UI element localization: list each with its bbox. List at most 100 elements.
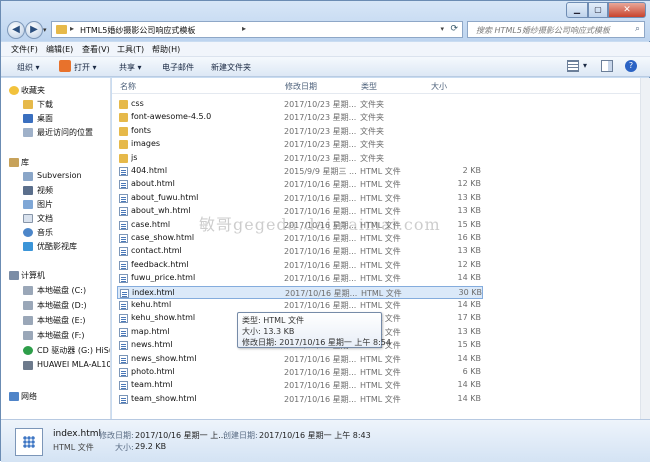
html-file-icon bbox=[119, 274, 128, 284]
new-folder-button[interactable]: 新建文件夹 bbox=[211, 62, 251, 73]
menu-help[interactable]: 帮助(H) bbox=[152, 44, 180, 55]
open-app-icon bbox=[59, 60, 71, 72]
recent-pages-dropdown-icon[interactable]: ▾ bbox=[43, 26, 47, 34]
nav-label: 优酷影视库 bbox=[37, 242, 77, 251]
folder-row[interactable]: font-awesome-4.5.0 2017/10/23 星期... 文件夹 bbox=[117, 111, 483, 124]
html-file-icon bbox=[119, 193, 128, 203]
refresh-icon[interactable]: ⟳ bbox=[450, 24, 458, 34]
html-file-icon bbox=[119, 341, 128, 351]
nav-youku[interactable]: 优酷影视库 bbox=[1, 240, 110, 253]
navigation-pane: 收藏夹 下载 桌面 最近访问的位置 库 Subversion 视频 图片 文档 … bbox=[1, 78, 111, 419]
nav-network[interactable]: 网络 bbox=[1, 390, 110, 403]
address-bar[interactable]: ▸ HTML5婚纱摄影公司响应式模板 ▸ ▾ ⟳ bbox=[51, 21, 463, 38]
menu-edit[interactable]: 编辑(E) bbox=[46, 44, 73, 55]
nav-music[interactable]: 音乐 bbox=[1, 226, 110, 239]
nav-disk-e[interactable]: 本地磁盘 (E:) bbox=[1, 314, 110, 327]
file-date: 2017/10/16 星期... bbox=[284, 193, 357, 203]
file-type: HTML 文件 bbox=[361, 288, 402, 298]
file-date: 2017/10/16 星期... bbox=[284, 354, 357, 364]
folder-icon bbox=[56, 25, 67, 34]
file-row[interactable]: news_show.html 2017/10/16 星期... HTML 文件 14 … bbox=[117, 353, 483, 366]
forward-button[interactable]: ▶ bbox=[25, 21, 43, 39]
close-button[interactable]: ✕ bbox=[608, 2, 646, 18]
help-icon[interactable]: ? bbox=[625, 60, 637, 72]
breadcrumb-current-folder[interactable]: HTML5婚纱摄影公司响应式模板 bbox=[80, 25, 195, 36]
details-modified-value: 2017/10/16 星期一 上... bbox=[135, 431, 226, 440]
search-box[interactable]: 搜索 HTML5婚纱摄影公司响应式模板 ⌕ bbox=[467, 21, 645, 38]
nav-documents[interactable]: 文档 bbox=[1, 212, 110, 225]
nav-computer[interactable]: 计算机 bbox=[1, 269, 110, 282]
nav-favorites[interactable]: 收藏夹 bbox=[1, 84, 110, 97]
file-type: HTML 文件 bbox=[360, 180, 401, 190]
address-dropdown-icon[interactable]: ▾ bbox=[440, 25, 444, 33]
folder-row[interactable]: css 2017/10/23 星期... 文件夹 bbox=[117, 98, 483, 111]
nav-label: 文档 bbox=[37, 214, 53, 223]
nav-disk-f[interactable]: 本地磁盘 (F:) bbox=[1, 329, 110, 342]
file-type: HTML 文件 bbox=[360, 301, 401, 310]
nav-videos[interactable]: 视频 bbox=[1, 184, 110, 197]
maximize-button[interactable]: ▢ bbox=[588, 2, 608, 18]
cd-drive-icon bbox=[23, 346, 33, 355]
nav-subversion[interactable]: Subversion bbox=[1, 170, 110, 183]
column-header-divider bbox=[112, 93, 640, 94]
file-row[interactable]: feedback.html 2017/10/16 星期... HTML 文件 12 K… bbox=[117, 259, 483, 272]
file-row[interactable]: fuwu_price.html 2017/10/16 星期... HTML 文件 14… bbox=[117, 272, 483, 285]
html-file-icon bbox=[119, 260, 128, 270]
file-name: contact.html bbox=[131, 246, 182, 256]
menu-view[interactable]: 查看(V) bbox=[82, 44, 110, 55]
file-row[interactable]: index.html 2017/10/16 星期... HTML 文件 30 KB bbox=[117, 285, 483, 299]
nav-desktop[interactable]: 桌面 bbox=[1, 112, 110, 125]
drive-icon bbox=[23, 331, 33, 340]
file-size: 14 KB bbox=[457, 353, 481, 363]
file-row[interactable]: team_show.html 2017/10/16 星期... HTML 文件 14 … bbox=[117, 393, 483, 406]
view-dropdown-icon[interactable]: ▾ bbox=[583, 61, 587, 70]
organize-button[interactable]: 组织 ▾ bbox=[17, 62, 40, 73]
minimize-button[interactable]: ▁ bbox=[566, 2, 588, 18]
nav-disk-d[interactable]: 本地磁盘 (D:) bbox=[1, 299, 110, 312]
preview-pane-icon[interactable] bbox=[601, 60, 613, 72]
drive-icon bbox=[23, 316, 33, 325]
email-button[interactable]: 电子邮件 bbox=[162, 62, 194, 73]
nav-huawei-device[interactable]: HUAWEI MLA-AL10 bbox=[1, 359, 110, 372]
html-file-icon bbox=[119, 234, 128, 243]
search-input[interactable]: 搜索 HTML5婚纱摄影公司响应式模板 bbox=[476, 25, 610, 36]
file-size: 30 KB bbox=[458, 287, 482, 297]
title-bar: ◀ ▶ ▾ ▸ HTML5婚纱摄影公司响应式模板 ▸ ▾ ⟳ 搜索 HTML5婚… bbox=[1, 1, 650, 41]
file-list: 名称 修改日期 类型 大小 css 2017/10/23 星期... 文件夹 font… bbox=[112, 78, 640, 419]
file-date: 2017/10/16 星期... bbox=[284, 301, 357, 310]
back-button[interactable]: ◀ bbox=[7, 21, 25, 39]
menu-tools[interactable]: 工具(T) bbox=[117, 44, 144, 55]
file-date: 2017/10/23 星期... bbox=[284, 153, 357, 163]
file-row[interactable]: kehu.html 2017/10/16 星期... HTML 文件 14 KB bbox=[117, 299, 483, 312]
recent-places-icon bbox=[23, 128, 33, 137]
file-size: 6 KB bbox=[462, 367, 481, 376]
file-row[interactable]: 404.html 2015/9/9 星期三 ... HTML 文件 2 KB bbox=[117, 165, 483, 178]
file-row[interactable]: photo.html 2017/10/16 星期... HTML 文件 6 KB bbox=[117, 366, 483, 379]
breadcrumb-arrow-icon[interactable]: ▸ bbox=[242, 24, 246, 33]
minimize-icon: ▁ bbox=[573, 5, 581, 14]
file-row[interactable]: contact.html 2017/10/16 星期... HTML 文件 13 KB bbox=[117, 245, 483, 258]
view-options-icon[interactable] bbox=[567, 60, 579, 72]
details-pane: index.html HTML 文件 修改日期: 2017/10/16 星期一 … bbox=[1, 419, 650, 462]
folder-row[interactable]: fonts 2017/10/23 星期... 文件夹 bbox=[117, 125, 483, 138]
nav-cd-drive[interactable]: CD 驱动器 (G:) HiSu bbox=[1, 344, 110, 357]
file-row[interactable]: about.html 2017/10/16 星期... HTML 文件 12 KB bbox=[117, 178, 483, 191]
nav-libraries[interactable]: 库 bbox=[1, 156, 110, 169]
nav-downloads[interactable]: 下载 bbox=[1, 98, 110, 111]
share-button[interactable]: 共享 ▾ bbox=[119, 62, 142, 73]
nav-pictures[interactable]: 图片 bbox=[1, 198, 110, 211]
watermark-text: 敏哥gegeda.daimaimai.com bbox=[199, 215, 441, 234]
search-icon[interactable]: ⌕ bbox=[635, 24, 640, 34]
open-button[interactable]: 打开 ▾ bbox=[74, 62, 97, 73]
vertical-scrollbar[interactable] bbox=[640, 78, 650, 419]
file-row[interactable]: about_fuwu.html 2017/10/16 星期... HTML 文件 13… bbox=[117, 192, 483, 205]
menu-file[interactable]: 文件(F) bbox=[11, 44, 38, 55]
folder-row[interactable]: js 2017/10/23 星期... 文件夹 bbox=[117, 152, 483, 165]
nav-disk-c[interactable]: 本地磁盘 (C:) bbox=[1, 284, 110, 297]
nav-recent-places[interactable]: 最近访问的位置 bbox=[1, 126, 110, 139]
html-file-icon bbox=[119, 394, 128, 404]
file-row[interactable]: team.html 2017/10/16 星期... HTML 文件 14 KB bbox=[117, 379, 483, 392]
breadcrumb-separator-icon[interactable]: ▸ bbox=[70, 24, 74, 33]
tooltip-size: 大小: 13.3 KB bbox=[242, 327, 295, 336]
folder-row[interactable]: images 2017/10/23 星期... 文件夹 bbox=[117, 138, 483, 151]
